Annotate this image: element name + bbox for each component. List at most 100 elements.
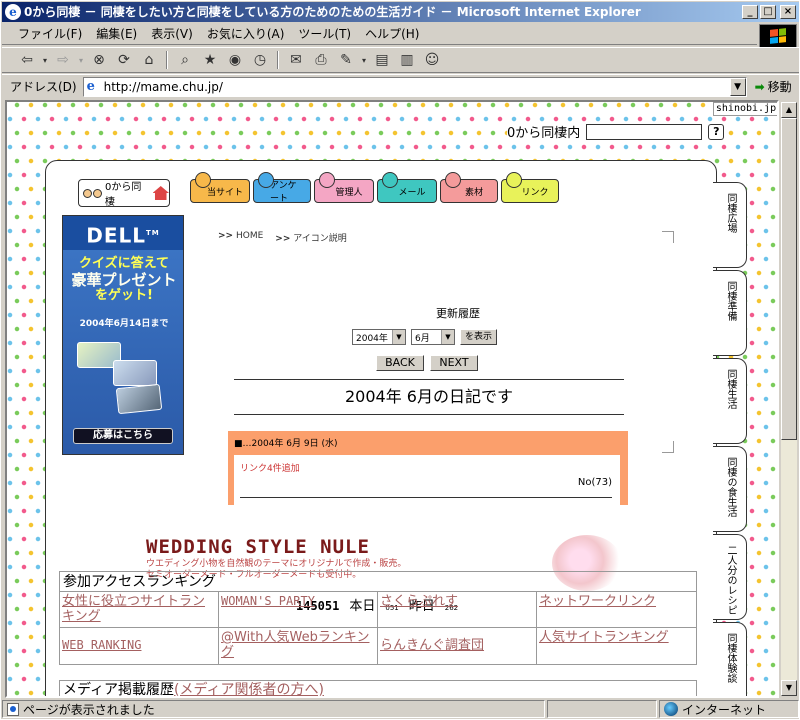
tab-experience[interactable]: 同棲体験談 — [713, 622, 747, 696]
status-text: ページが表示されました — [23, 702, 155, 717]
scroll-thumb[interactable] — [781, 118, 797, 440]
discuss-icon[interactable]: ▤ — [371, 50, 393, 70]
site-logo[interactable]: 0から同棲 — [78, 179, 170, 208]
nav-materials-label: 素材 — [464, 187, 483, 198]
nav-admin[interactable]: 管理人 — [314, 172, 374, 203]
year-select-value: 2004年 — [356, 333, 388, 344]
nav-links[interactable]: リンク — [501, 172, 559, 203]
ranking-link[interactable]: ネットワークリンク — [537, 592, 696, 627]
next-button[interactable]: NEXT — [430, 355, 478, 371]
menu-view[interactable]: 表示(V) — [145, 25, 199, 42]
table-row: 女性に役立つサイトランキング WOMAN'S PARTY さくらぷれす ネットワ… — [60, 592, 696, 628]
media-link[interactable]: (メディア関係者の方へ) — [174, 682, 324, 696]
month-select-value: 6月 — [415, 333, 430, 344]
status-panel — [547, 700, 657, 718]
scroll-up-icon[interactable]: ▲ — [781, 102, 797, 118]
favorites-icon[interactable]: ★ — [199, 50, 221, 70]
address-input[interactable]: e http://mame.chu.jp/ ▼ — [82, 76, 747, 97]
messenger-icon[interactable]: ☺ — [421, 50, 443, 70]
smiley-icon — [506, 172, 522, 188]
year-select[interactable]: 2004年 ▼ — [352, 329, 406, 345]
ranking-link[interactable]: WOMAN'S PARTY — [219, 592, 378, 627]
ranking-link[interactable]: さくらぷれす — [378, 592, 537, 627]
research-icon[interactable]: ▥ — [396, 50, 418, 70]
ad-headline: クイズに答えて 豪華プレゼント をゲット! — [67, 256, 181, 304]
close-button[interactable]: × — [780, 5, 796, 19]
tab-recipe[interactable]: 二人分のレシピ — [713, 534, 747, 620]
minimize-button[interactable]: _ — [742, 5, 758, 19]
home-icon[interactable]: ⌂ — [138, 50, 160, 70]
status-zone: インターネット — [659, 700, 799, 718]
menu-help[interactable]: ヘルプ(H) — [359, 25, 425, 42]
history-icon[interactable]: ◷ — [249, 50, 271, 70]
menu-favorites[interactable]: お気に入り(A) — [201, 25, 291, 42]
cat-icon — [258, 172, 274, 188]
ranking-link[interactable]: らんきんぐ調査団 — [378, 628, 537, 664]
stop-icon[interactable]: ⊗ — [88, 50, 110, 70]
nav-mail[interactable]: メール — [377, 172, 437, 203]
tab-plaza[interactable]: 同棲広場 — [713, 182, 747, 268]
vertical-scrollbar[interactable]: ▲ ▼ — [781, 102, 797, 696]
back-button[interactable]: BACK — [376, 355, 424, 371]
couple-faces-icon — [83, 188, 102, 198]
update-history-title: 更新履歴 — [436, 307, 480, 320]
status-bar: ページが表示されました インターネット — [2, 699, 799, 719]
globe-icon — [664, 702, 678, 716]
bear-icon — [382, 172, 398, 188]
ad-apply-button[interactable]: 応募はこちら — [73, 428, 173, 444]
faces-icon — [445, 172, 461, 188]
tab-food[interactable]: 同棲の食生活 — [713, 446, 747, 532]
ad-line3: をゲット! — [95, 288, 153, 303]
toolbar-separator — [277, 51, 279, 69]
nav-buttons: 当サイト アンケート 管理人 メール 素材 リンク — [190, 172, 559, 204]
back-dropdown-icon[interactable]: ▾ — [41, 50, 49, 70]
ranking-link[interactable]: 人気サイトランキング — [537, 628, 696, 664]
address-url: http://mame.chu.jp/ — [103, 79, 223, 94]
scroll-down-icon[interactable]: ▼ — [781, 680, 797, 696]
house-icon — [152, 186, 169, 200]
menu-bar: ファイル(F) 編集(E) 表示(V) お気に入り(A) ツール(T) ヘルプ(… — [2, 23, 757, 45]
go-button[interactable]: ➡ 移動 — [755, 78, 792, 95]
nav-materials[interactable]: 素材 — [440, 172, 498, 203]
help-icon[interactable]: ? — [708, 123, 725, 140]
menu-tools[interactable]: ツール(T) — [292, 25, 357, 42]
mail-icon[interactable]: ✉ — [285, 50, 307, 70]
shinobi-badge[interactable]: shinobi.jp — [713, 102, 777, 116]
back-arrow-icon[interactable]: ⇦ — [16, 50, 38, 70]
menu-file[interactable]: ファイル(F) — [12, 25, 88, 42]
nav-about[interactable]: 当サイト — [190, 172, 250, 203]
panel-corner — [662, 441, 674, 453]
site-search: 0から同棲内 ? — [507, 122, 725, 141]
date-selector: 2004年 ▼ 6月 ▼ を表示 — [352, 329, 498, 345]
nav-survey[interactable]: アンケート — [253, 172, 311, 204]
banner-line1: ウエディング小物を自然観のテーマにオリジナルで作成・販売。 — [146, 559, 407, 569]
ranking-link[interactable]: @With人気Webランキング — [219, 628, 378, 664]
forward-arrow-icon[interactable]: ⇨ — [52, 50, 74, 70]
search-icon[interactable]: ⌕ — [174, 50, 196, 70]
menu-edit[interactable]: 編集(E) — [90, 25, 143, 42]
edit-icon[interactable]: ✎ — [335, 50, 357, 70]
go-arrow-icon: ➡ — [754, 79, 765, 94]
monkey-icon — [195, 172, 211, 188]
edit-dropdown-icon[interactable]: ▾ — [360, 50, 368, 70]
site-search-input[interactable] — [586, 123, 703, 140]
tab-label: 同棲準備 — [725, 281, 736, 321]
month-select[interactable]: 6月 ▼ — [411, 329, 455, 345]
dell-logo: DELLTM — [63, 216, 183, 250]
rabbit-icon — [319, 172, 335, 188]
media-icon[interactable]: ◉ — [224, 50, 246, 70]
address-dropdown-icon[interactable]: ▼ — [729, 77, 746, 96]
dell-ad-banner[interactable]: DELLTM クイズに答えて 豪華プレゼント をゲット! 2004年6月14日ま… — [62, 215, 184, 455]
refresh-icon[interactable]: ⟳ — [113, 50, 135, 70]
chevron-down-icon: ▼ — [392, 330, 405, 344]
ranking-link[interactable]: WEB RANKING — [60, 628, 219, 664]
entry-number: No(73) — [577, 477, 612, 488]
forward-dropdown-icon[interactable]: ▾ — [77, 50, 85, 70]
print-icon[interactable]: ⎙ — [310, 50, 332, 70]
show-button[interactable]: を表示 — [460, 329, 498, 345]
maximize-button[interactable]: □ — [760, 5, 776, 19]
ranking-link[interactable]: 女性に役立つサイトランキング — [60, 592, 219, 627]
tab-prep[interactable]: 同棲準備 — [713, 270, 747, 356]
tab-life[interactable]: 同棲生活 — [713, 358, 747, 444]
toolbar: ⇦ ▾ ⇨ ▾ ⊗ ⟳ ⌂ ⌕ ★ ◉ ◷ ✉ ⎙ ✎ ▾ ▤ ▥ ☺ — [2, 47, 799, 73]
